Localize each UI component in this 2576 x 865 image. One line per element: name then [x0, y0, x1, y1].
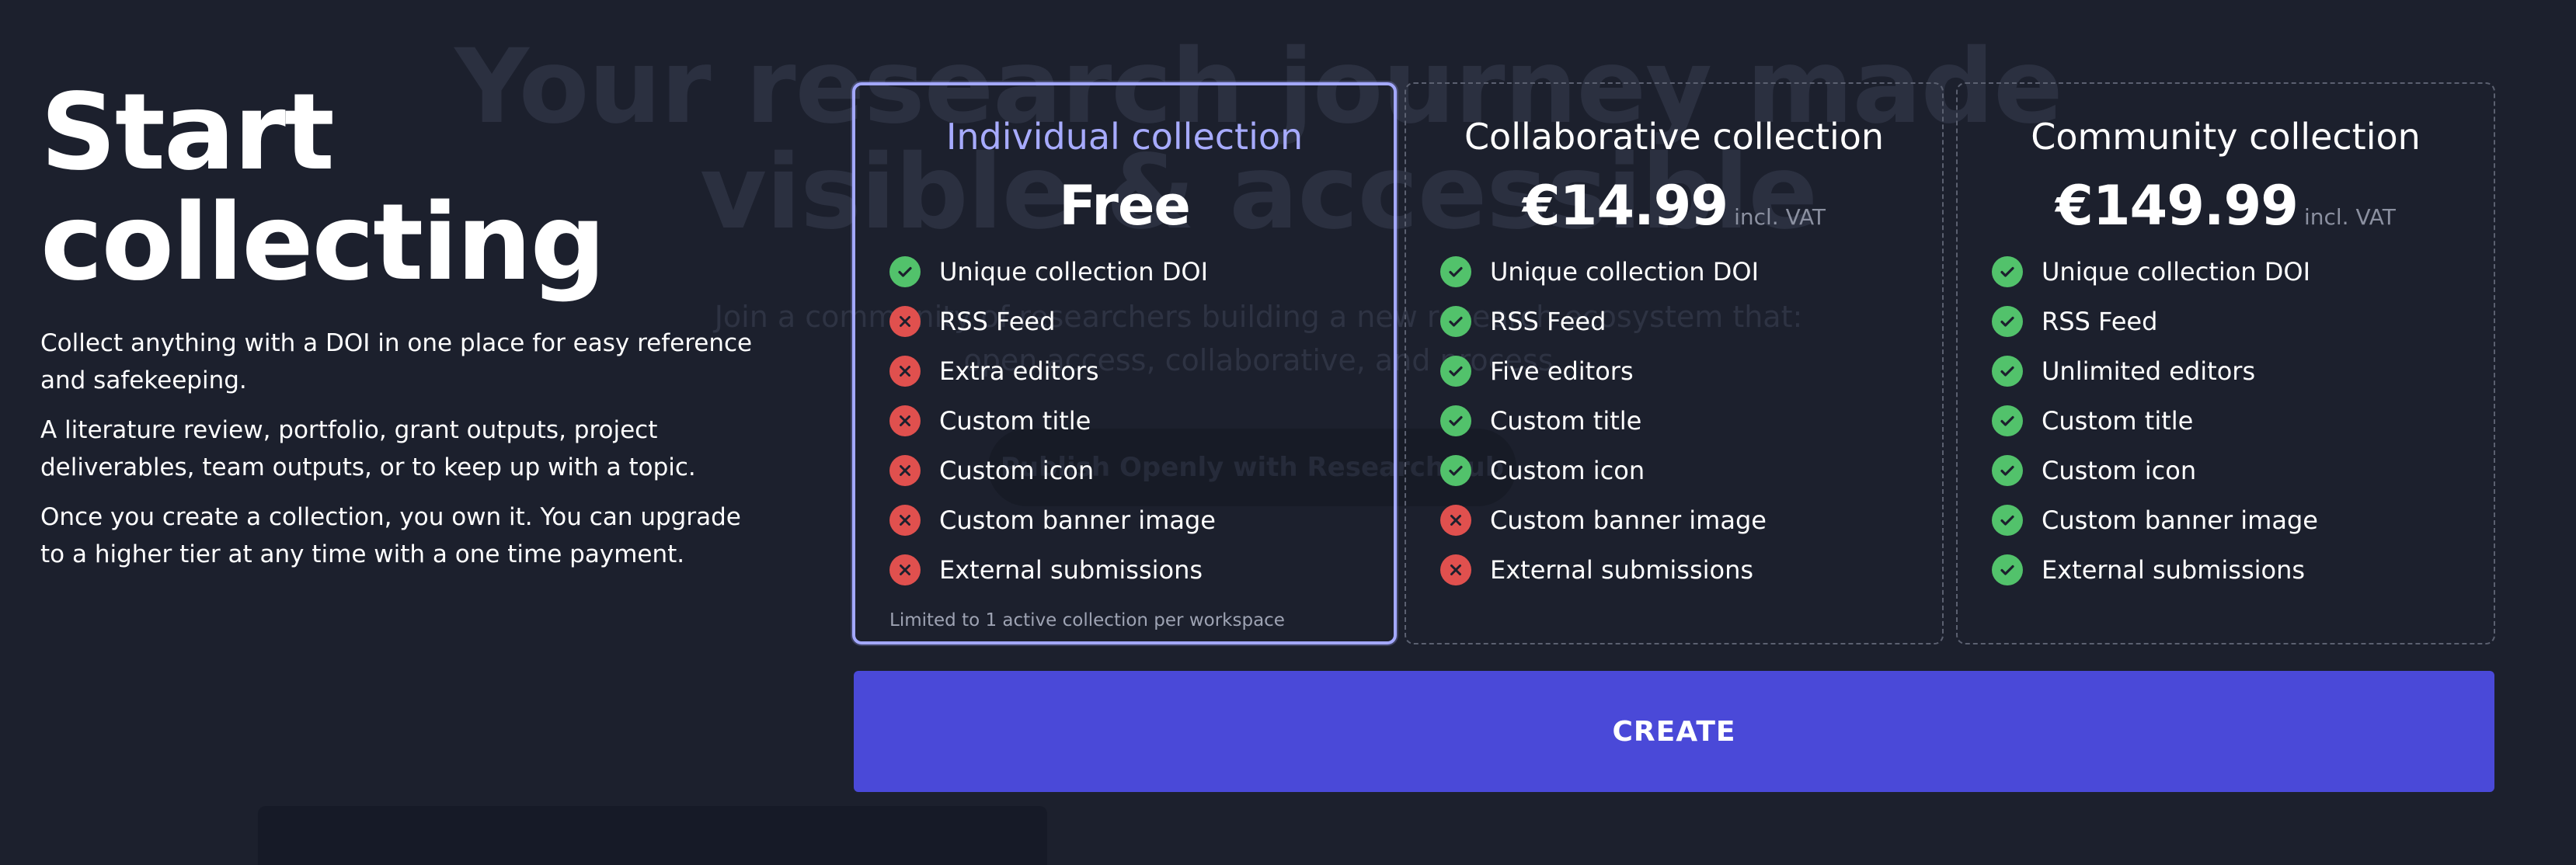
- cross-icon: [889, 405, 921, 436]
- cross-icon: [1440, 554, 1471, 585]
- feature-item: Custom banner image: [1440, 495, 1942, 545]
- feature-item: External submissions: [1992, 545, 2494, 595]
- feature-item: Custom icon: [889, 446, 1394, 495]
- check-icon: [1992, 505, 2023, 536]
- feature-item: External submissions: [889, 545, 1394, 595]
- plan-price: Free: [855, 172, 1394, 239]
- feature-item: Custom title: [1440, 396, 1942, 446]
- plan-title: Community collection: [2031, 116, 2421, 158]
- create-button[interactable]: CREATE: [854, 671, 2494, 792]
- plan-price: €149.99 incl. VAT: [1958, 172, 2494, 239]
- check-icon: [1440, 455, 1471, 486]
- feature-item: RSS Feed: [1440, 297, 1942, 346]
- plan-limit-note: Limited to 1 active collection per works…: [889, 610, 1285, 631]
- plan-vat-label: incl. VAT: [1734, 204, 1826, 230]
- feature-label: External submissions: [939, 555, 1203, 585]
- plan-card-individual[interactable]: Individual collection Free Unique collec…: [852, 82, 1397, 644]
- feature-label: Custom title: [1490, 406, 1642, 436]
- feature-list: Unique collection DOI RSS Feed Unlimited e…: [1958, 247, 2494, 595]
- feature-label: Custom icon: [2042, 456, 2197, 485]
- feature-item: Custom icon: [1992, 446, 2494, 495]
- cross-icon: [889, 356, 921, 387]
- feature-item: Custom banner image: [1992, 495, 2494, 545]
- feature-label: Five editors: [1490, 356, 1634, 386]
- feature-item: External submissions: [1440, 545, 1942, 595]
- intro-paragraph: Once you create a collection, you own it…: [40, 503, 741, 568]
- feature-label: Custom icon: [939, 456, 1095, 485]
- background-card: [258, 806, 1047, 865]
- feature-item: RSS Feed: [889, 297, 1394, 346]
- plan-price-amount: €14.99: [1522, 174, 1728, 238]
- check-icon: [1440, 256, 1471, 287]
- check-icon: [1992, 356, 2023, 387]
- feature-label: RSS Feed: [2042, 307, 2158, 336]
- feature-item: Unlimited editors: [1992, 346, 2494, 396]
- feature-label: External submissions: [2042, 555, 2306, 585]
- check-icon: [1992, 405, 2023, 436]
- intro-paragraph: Collect anything with a DOI in one place…: [40, 329, 753, 394]
- check-icon: [1992, 554, 2023, 585]
- feature-label: Custom banner image: [1490, 505, 1767, 535]
- feature-item: Unique collection DOI: [889, 247, 1394, 297]
- feature-label: Custom banner image: [939, 505, 1216, 535]
- feature-item: RSS Feed: [1992, 297, 2494, 346]
- feature-label: Custom title: [939, 406, 1091, 436]
- feature-label: Extra editors: [939, 356, 1099, 386]
- feature-label: External submissions: [1490, 555, 1754, 585]
- feature-label: Unlimited editors: [2042, 356, 2256, 386]
- feature-item: Five editors: [1440, 346, 1942, 396]
- feature-label: Custom banner image: [2042, 505, 2318, 535]
- plan-title: Collaborative collection: [1464, 116, 1885, 158]
- feature-label: Custom icon: [1490, 456, 1645, 485]
- feature-label: Custom title: [2042, 406, 2194, 436]
- feature-list: Unique collection DOI RSS Feed Extra edito…: [855, 247, 1394, 595]
- check-icon: [1992, 306, 2023, 337]
- cross-icon: [889, 306, 921, 337]
- cross-icon: [889, 505, 921, 536]
- feature-list: Unique collection DOI RSS Feed Five editor…: [1406, 247, 1942, 595]
- feature-label: RSS Feed: [939, 307, 1056, 336]
- check-icon: [1440, 405, 1471, 436]
- feature-item: Unique collection DOI: [1440, 247, 1942, 297]
- check-icon: [1992, 455, 2023, 486]
- plan-price-amount: €149.99: [2056, 174, 2299, 238]
- cross-icon: [889, 455, 921, 486]
- feature-label: Unique collection DOI: [2042, 257, 2311, 287]
- feature-label: Unique collection DOI: [1490, 257, 1760, 287]
- feature-item: Custom banner image: [889, 495, 1394, 545]
- plan-price: €14.99 incl. VAT: [1406, 172, 1942, 239]
- plan-price-amount: Free: [1059, 174, 1191, 238]
- pricing-page: Your research journey made visible & acc…: [0, 0, 2576, 865]
- page-title: Start collecting: [40, 71, 606, 304]
- check-icon: [1992, 256, 2023, 287]
- feature-item: Unique collection DOI: [1992, 247, 2494, 297]
- cross-icon: [889, 554, 921, 585]
- check-icon: [889, 256, 921, 287]
- feature-item: Extra editors: [889, 346, 1394, 396]
- intro-paragraph: A literature review, portfolio, grant ou…: [40, 416, 696, 481]
- intro-section: Start collecting Collect anything with a…: [40, 78, 771, 585]
- plan-vat-label: incl. VAT: [2303, 204, 2396, 230]
- feature-item: Custom title: [889, 396, 1394, 446]
- feature-label: RSS Feed: [1490, 307, 1607, 336]
- check-icon: [1440, 306, 1471, 337]
- plan-card-collaborative[interactable]: Collaborative collection €14.99 incl. VAT…: [1405, 82, 1944, 644]
- check-icon: [1440, 356, 1471, 387]
- plan-title: Individual collection: [945, 116, 1304, 158]
- feature-label: Unique collection DOI: [939, 257, 1209, 287]
- feature-item: Custom title: [1992, 396, 2494, 446]
- feature-item: Custom icon: [1440, 446, 1942, 495]
- plan-card-community[interactable]: Community collection €149.99 incl. VAT Un…: [1956, 82, 2495, 644]
- cross-icon: [1440, 505, 1471, 536]
